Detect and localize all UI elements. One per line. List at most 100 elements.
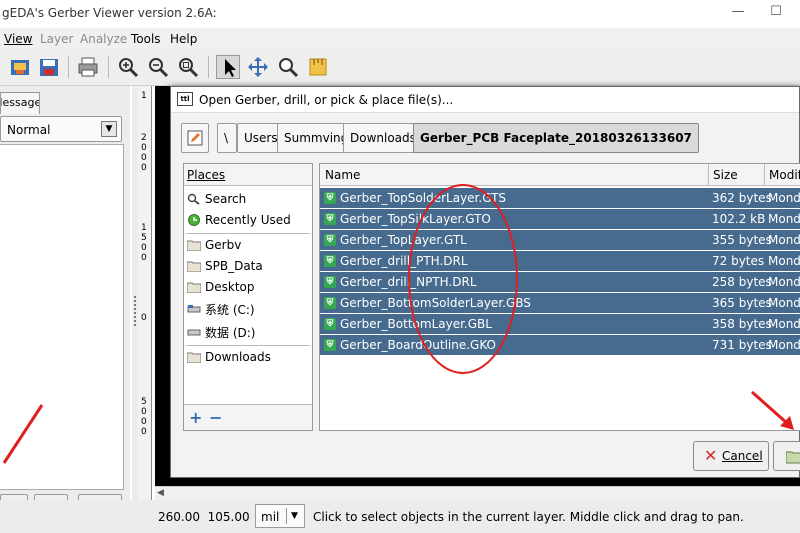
- ruler-label: 0: [141, 407, 147, 417]
- tab-messages[interactable]: Messages: [0, 92, 40, 114]
- file-row[interactable]: ⛨ Gerber_TopSolderLayer.GTS 362 bytes Mo…: [320, 188, 800, 208]
- annotation-arrow-left: [2, 404, 44, 464]
- folder-icon: [187, 352, 201, 363]
- place-drive-d[interactable]: 数据 (D:): [186, 322, 310, 342]
- annotation-arrow-right: [751, 390, 794, 430]
- file-row[interactable]: ⛨ Gerber_BoardOutline.GKO 731 bytes Mond…: [320, 335, 800, 355]
- menu-help[interactable]: Help: [170, 32, 197, 46]
- gerber-file-icon: ⛨: [324, 297, 336, 309]
- gerber-file-icon: ⛨: [324, 339, 336, 351]
- place-drive-c[interactable]: 系统 (C:): [186, 299, 310, 319]
- ruler-label: 2: [141, 133, 147, 143]
- zoom-tool-icon[interactable]: [276, 55, 300, 79]
- pointer-tool-icon[interactable]: [216, 55, 240, 79]
- status-message: Click to select objects in the current l…: [313, 510, 744, 524]
- place-recently-used[interactable]: Recently Used: [186, 211, 310, 231]
- path-downloads[interactable]: Downloads: [343, 123, 423, 153]
- folder-icon: [187, 240, 201, 251]
- file-row[interactable]: ⛨ Gerber_drill_PTH.DRL 72 bytes Monday: [320, 251, 800, 271]
- gerber-file-icon: ⛨: [324, 255, 336, 267]
- path-current-folder[interactable]: Gerber_PCB Faceplate_20180326133607: [413, 123, 699, 153]
- menu-bar: View Layer Analyze Tools Help: [0, 28, 800, 50]
- ruler-label: 0: [141, 427, 147, 437]
- measure-tool-icon[interactable]: [306, 55, 330, 79]
- horizontal-scrollbar[interactable]: ◀: [155, 486, 800, 500]
- zoom-in-icon[interactable]: [116, 55, 140, 79]
- save-project-icon[interactable]: [37, 55, 61, 79]
- file-row[interactable]: ⛨ Gerber_TopSilkLayer.GTO 102.2 kB Monda…: [320, 209, 800, 229]
- print-icon[interactable]: [76, 55, 100, 79]
- folder-icon: [187, 261, 201, 272]
- recent-icon: [188, 214, 200, 226]
- highlight-ellipse: [408, 184, 518, 374]
- coord-x: 260.00: [158, 510, 200, 524]
- column-modified[interactable]: Modified: [769, 168, 800, 182]
- unit-value: mil: [261, 510, 280, 524]
- ruler-label: 0: [141, 253, 147, 263]
- file-row[interactable]: ⛨ Gerber_TopLayer.GTL 355 bytes Monday: [320, 230, 800, 250]
- ruler-label: 0: [141, 313, 147, 323]
- zoom-fit-icon[interactable]: [176, 55, 200, 79]
- render-mode-select[interactable]: Normal ▼: [0, 116, 122, 142]
- places-header[interactable]: Places: [184, 164, 312, 186]
- dialog-title: Open Gerber, drill, or pick & place file…: [199, 93, 454, 107]
- menu-view[interactable]: View: [4, 32, 32, 46]
- zoom-out-icon[interactable]: [146, 55, 170, 79]
- chevron-down-icon: ▼: [286, 508, 302, 524]
- unit-select[interactable]: mil ▼: [255, 504, 305, 528]
- pan-tool-icon[interactable]: [246, 55, 270, 79]
- window-titlebar: gEDA's Gerber Viewer version 2.6A: — ☐: [0, 0, 800, 28]
- gerber-file-icon: ⛨: [324, 192, 336, 204]
- vertical-ruler: 1 2 0 0 0 1 5 0 0 0 5 0 0 0: [138, 86, 152, 500]
- gerber-file-icon: ⛨: [324, 276, 336, 288]
- maximize-button[interactable]: ☐: [768, 4, 784, 20]
- dialog-titlebar: ttl Open Gerber, drill, or pick & place …: [171, 87, 799, 113]
- folder-icon: [187, 282, 201, 293]
- menu-analyze[interactable]: Analyze: [80, 32, 127, 46]
- open-button[interactable]: [773, 441, 800, 471]
- place-downloads[interactable]: Downloads: [186, 348, 310, 368]
- ruler-label: 1: [141, 91, 147, 101]
- menu-tools[interactable]: Tools: [131, 32, 161, 46]
- path-root[interactable]: \: [217, 123, 237, 153]
- file-row[interactable]: ⛨ Gerber_BottomLayer.GBL 358 bytes Monda…: [320, 314, 800, 334]
- file-row[interactable]: ⛨ Gerber_BottomSolderLayer.GBS 365 bytes…: [320, 293, 800, 313]
- drive-icon: [187, 305, 201, 313]
- cursor-coordinates: 260.00 105.00: [158, 510, 250, 524]
- window-title: gEDA's Gerber Viewer version 2.6A:: [2, 6, 217, 20]
- app-icon: ttl: [177, 92, 193, 106]
- menu-layer[interactable]: Layer: [40, 32, 73, 46]
- folder-open-icon: [785, 451, 800, 464]
- minimize-button[interactable]: —: [730, 4, 746, 20]
- ruler-label: 0: [141, 417, 147, 427]
- place-spb-data[interactable]: SPB_Data: [186, 257, 310, 277]
- places-footer: + −: [184, 404, 312, 430]
- places-panel: Places Search Recently Used Gerbv SPB_Da…: [183, 163, 313, 431]
- file-row[interactable]: ⛨ Gerber_drill_NPTH.DRL 258 bytes Monday: [320, 272, 800, 292]
- file-list-header: Name Size Modified: [320, 164, 800, 186]
- place-search[interactable]: Search: [186, 190, 310, 210]
- add-bookmark-icon[interactable]: +: [189, 408, 202, 427]
- open-project-icon[interactable]: [8, 55, 32, 79]
- column-size[interactable]: Size: [713, 168, 738, 182]
- search-icon: [187, 193, 200, 205]
- scroll-left-icon[interactable]: ◀: [157, 488, 164, 498]
- place-gerbv[interactable]: Gerbv: [186, 236, 310, 256]
- place-desktop[interactable]: Desktop: [186, 278, 310, 298]
- chevron-down-icon: ▼: [101, 121, 117, 137]
- ruler-label: 0: [141, 153, 147, 163]
- cancel-button[interactable]: ✕ Cancel: [693, 441, 769, 471]
- ruler-label: 0: [141, 163, 147, 173]
- toolbar: [0, 50, 800, 86]
- ruler-label: 1: [141, 223, 147, 233]
- status-bar: 260.00 105.00 mil ▼ Click to select obje…: [0, 500, 800, 533]
- column-name[interactable]: Name: [325, 168, 360, 182]
- gerber-file-icon: ⛨: [324, 318, 336, 330]
- drive-icon: [187, 329, 201, 336]
- ruler-label: 0: [141, 243, 147, 253]
- remove-bookmark-icon[interactable]: −: [209, 408, 222, 427]
- gerber-file-icon: ⛨: [324, 213, 336, 225]
- type-location-button[interactable]: [181, 123, 209, 153]
- cancel-icon: ✕: [704, 446, 718, 465]
- render-mode-value: Normal: [7, 123, 51, 137]
